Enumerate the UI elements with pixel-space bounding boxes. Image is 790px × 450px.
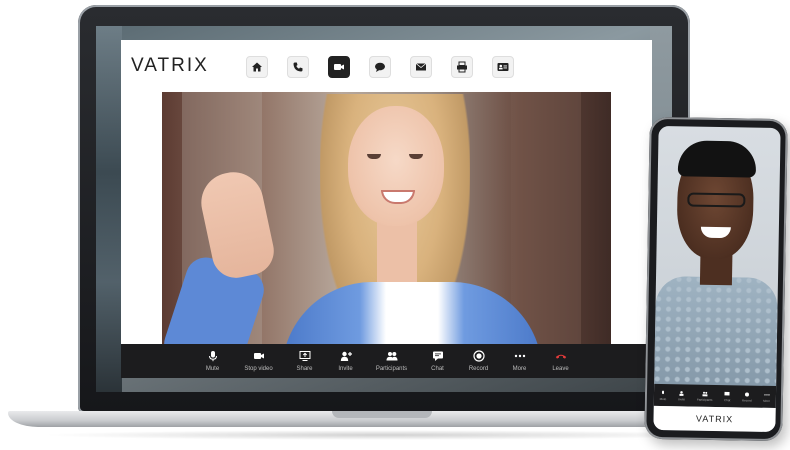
participant-hair [677,140,757,178]
record-icon [472,350,485,362]
phone-chat-label: Chat [723,397,731,402]
stop-video-button[interactable]: Stop video [235,344,283,378]
mute-label: Mute [205,366,220,372]
participants-button[interactable]: Participants [368,344,416,378]
fax-icon [457,61,467,73]
more-icon [514,354,525,358]
record-icon [744,392,749,397]
phone-chat-button[interactable]: Chat [724,391,731,402]
hang-up-icon [555,354,566,359]
share-label: Share [296,366,313,372]
laptop-opening-notch [332,411,432,418]
contact-card-icon [497,63,509,71]
nav-home-button[interactable] [246,56,268,78]
phone-call-toolbar: Mute Invite Participants Chat Record Mor… [653,383,777,409]
phone-icon [293,62,303,72]
share-button[interactable]: Share [286,344,324,378]
nav-fax-button[interactable] [451,56,473,78]
invite-button[interactable]: Invite [327,344,365,378]
invite-label: Invite [338,366,353,372]
phone-record-button[interactable]: Record [742,391,752,402]
stop-video-label: Stop video [244,366,273,372]
nav-video-button[interactable] [328,56,350,78]
more-label: More [512,366,527,372]
phone-mute-label: Mute [659,396,667,401]
share-screen-icon [299,351,310,361]
call-toolbar: Mute Stop video Share Invite Participant… [121,344,652,378]
phone-mute-button[interactable]: Mute [660,390,667,401]
chat-icon [724,391,730,395]
phone-participants-label: Participants [696,397,713,402]
participant-face [348,106,444,226]
top-nav [246,56,514,78]
participant-shirt [654,275,779,389]
phone-more-button[interactable]: More [763,391,770,402]
participants-icon [702,391,708,396]
participants-icon [386,352,397,361]
phone-record-label: Record [741,397,752,403]
record-label: Record [468,366,489,372]
participant-neck [377,217,417,287]
laptop-shadow [40,430,730,440]
more-button[interactable]: More [501,344,539,378]
leave-button[interactable]: Leave [542,344,580,378]
nav-mail-button[interactable] [410,56,432,78]
microphone-icon [208,351,217,362]
desktop-wallpaper-left [96,26,122,392]
remote-video-feed [162,92,611,344]
phone-brand-bar: VATRIX [653,405,776,433]
add-user-icon [679,390,684,396]
participant-glasses [687,192,746,208]
chat-bubble-icon [375,62,385,72]
microphone-icon [662,390,665,394]
chat-label: Chat [431,366,444,372]
chat-icon [432,351,443,361]
leave-label: Leave [552,366,569,372]
mute-button[interactable]: Mute [194,344,232,378]
nav-phone-button[interactable] [287,56,309,78]
phone-invite-button[interactable]: Invite [678,390,685,401]
phone-screen: Mute Invite Participants Chat Record Mor… [653,125,781,433]
home-icon [252,62,262,72]
add-user-icon [340,351,352,361]
phone-invite-label: Invite [677,396,686,401]
phone-more-label: More [763,398,771,403]
brand-logo: VATRIX [131,55,209,76]
video-background [511,92,581,344]
video-camera-icon [253,353,264,359]
participants-label: Participants [375,366,408,372]
nav-contacts-button[interactable] [492,56,514,78]
video-camera-icon [334,64,344,70]
phone-participants-button[interactable]: Participants [697,390,713,401]
phone-brand-logo: VATRIX [695,413,734,425]
chat-button[interactable]: Chat [419,344,457,378]
mail-icon [415,63,427,71]
nav-chat-button[interactable] [369,56,391,78]
more-icon [764,393,770,396]
record-button[interactable]: Record [460,344,498,378]
